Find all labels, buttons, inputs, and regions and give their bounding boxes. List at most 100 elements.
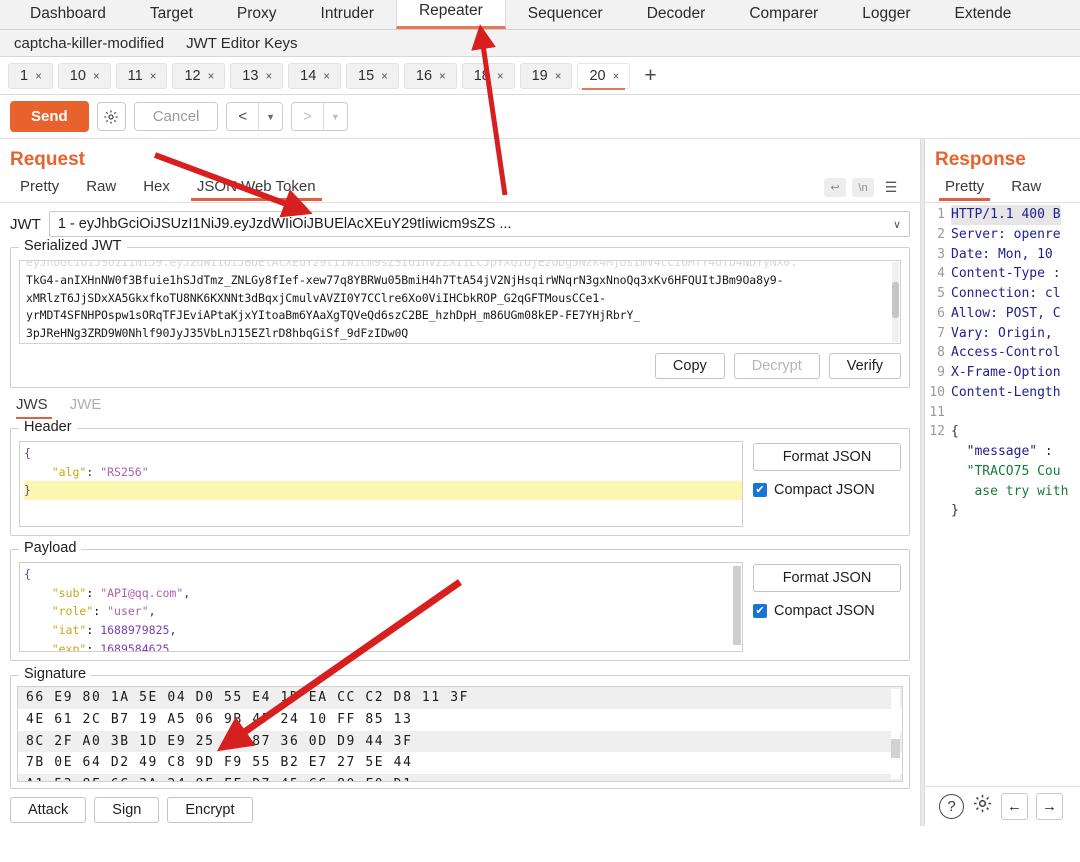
signature-hex-editor[interactable]: 66 E9 80 1A 5E 04 D0 55 E4 1D EA CC C2 D…: [17, 686, 903, 782]
previous-request-button[interactable]: < ▼: [226, 102, 284, 131]
close-icon[interactable]: ×: [208, 71, 215, 83]
close-icon[interactable]: ×: [150, 71, 157, 83]
repeater-tab-15[interactable]: 15 ×: [346, 62, 399, 89]
response-line: "TRACO75 Cou: [925, 462, 1080, 482]
serialized-jwt-line: yrMDT4SFNHPOspw1sORqTFJEviAPtaKjxYItoaBm…: [26, 308, 641, 323]
line-number: [925, 482, 951, 502]
scrollbar[interactable]: [892, 262, 899, 342]
request-tab-hex[interactable]: Hex: [131, 175, 182, 201]
encrypt-button[interactable]: Encrypt: [167, 797, 253, 823]
menu-icon[interactable]: ☰: [880, 178, 902, 197]
main-tab-decoder[interactable]: Decoder: [625, 1, 728, 29]
add-repeater-tab-button[interactable]: +: [635, 65, 665, 86]
response-body[interactable]: 1 HTTP/1.1 400 B 2 Server: openre 3 Date: M…: [925, 203, 1080, 521]
gear-icon[interactable]: [96, 102, 126, 131]
repeater-tab-16[interactable]: 16 ×: [403, 62, 457, 89]
checkbox-checked-icon: ✔: [753, 604, 767, 618]
forward-arrow-icon[interactable]: →: [1036, 793, 1063, 820]
request-title: Request: [10, 149, 85, 170]
line-text: Vary: Origin,: [951, 325, 1061, 341]
gear-icon[interactable]: [972, 793, 993, 820]
payload-key: "role": [51, 604, 94, 619]
main-tab-intruder[interactable]: Intruder: [299, 1, 396, 29]
word-wrap-icon[interactable]: ↩: [824, 178, 846, 197]
tab-jws[interactable]: JWS: [10, 394, 58, 419]
extension-tab-jwt-editor-keys[interactable]: JWT Editor Keys: [180, 33, 313, 54]
payload-controls: Format JSON ✔ Compact JSON: [753, 562, 901, 652]
response-tab-pretty[interactable]: Pretty: [933, 175, 996, 201]
signature-action-buttons: Attack Sign Encrypt: [0, 789, 920, 823]
repeater-tab-18[interactable]: 18 ×: [461, 62, 515, 89]
main-tab-logger[interactable]: Logger: [840, 1, 932, 29]
copy-button[interactable]: Copy: [654, 353, 725, 379]
main-tab-repeater[interactable]: Repeater: [395, 0, 506, 29]
send-button[interactable]: Send: [10, 101, 89, 132]
request-tab-json-web-token[interactable]: JSON Web Token: [185, 175, 328, 201]
verify-button[interactable]: Verify: [828, 353, 901, 379]
repeater-tab-13[interactable]: 13 ×: [230, 62, 284, 89]
close-icon[interactable]: ×: [613, 71, 620, 83]
sign-button[interactable]: Sign: [94, 797, 160, 823]
serialized-jwt-line: xMRlzT6JjSDxXA5GkxfkoTU8NK6KXNNt3dBqxjCm…: [26, 290, 607, 305]
repeater-tab-19[interactable]: 19 ×: [519, 62, 573, 89]
close-icon[interactable]: ×: [497, 71, 504, 83]
main-tab-target[interactable]: Target: [128, 1, 215, 29]
line-text: }: [951, 503, 959, 519]
caret-down-icon[interactable]: ▼: [259, 103, 282, 130]
header-json-editor[interactable]: { "alg": "RS256" }: [19, 441, 743, 527]
close-icon[interactable]: ×: [381, 71, 388, 83]
request-view-tabs: Pretty Raw Hex JSON Web Token ↩ \n ☰: [0, 173, 920, 203]
close-icon[interactable]: ×: [93, 71, 100, 83]
help-icon[interactable]: ?: [939, 794, 964, 819]
serialized-jwt-textarea[interactable]: eyJhbGciOiJSUzI1NiJ9.eyJzdWIiOiJBUElAcXE…: [19, 260, 901, 344]
main-tab-comparer[interactable]: Comparer: [727, 1, 840, 29]
close-icon[interactable]: ×: [265, 71, 272, 83]
close-icon[interactable]: ×: [555, 71, 562, 83]
payload-format-json-button[interactable]: Format JSON: [753, 564, 901, 592]
request-tab-pretty[interactable]: Pretty: [8, 175, 71, 201]
payload-json-editor[interactable]: { "sub": "API@qq.com", "role": "user", "…: [19, 562, 743, 652]
response-line: 2 Server: openre: [925, 225, 1080, 245]
payload-compact-json-checkbox[interactable]: ✔ Compact JSON: [753, 603, 901, 619]
response-line: 11: [925, 403, 1080, 423]
close-icon[interactable]: ×: [439, 71, 446, 83]
next-request-button[interactable]: > ▼: [291, 102, 348, 131]
repeater-tab-12[interactable]: 12 ×: [172, 62, 226, 89]
newline-icon[interactable]: \n: [852, 178, 874, 197]
tab-jwe[interactable]: JWE: [60, 394, 112, 419]
repeater-tab-14[interactable]: 14 ×: [288, 62, 342, 89]
main-tab-sequencer[interactable]: Sequencer: [506, 1, 625, 29]
close-icon[interactable]: ×: [323, 71, 330, 83]
main-tab-dashboard[interactable]: Dashboard: [8, 1, 128, 29]
header-compact-json-checkbox[interactable]: ✔ Compact JSON: [753, 482, 901, 498]
attack-button[interactable]: Attack: [10, 797, 87, 823]
repeater-tab-label: 12: [184, 67, 201, 84]
serialized-jwt-legend: Serialized JWT: [19, 238, 127, 254]
close-icon[interactable]: ×: [35, 71, 42, 83]
repeater-tab-10[interactable]: 10 ×: [57, 62, 111, 89]
cancel-button[interactable]: Cancel: [133, 102, 219, 131]
repeater-tab-20[interactable]: 20 ×: [577, 62, 631, 90]
response-tab-raw[interactable]: Raw: [999, 175, 1053, 201]
header-value: "RS256": [100, 464, 149, 479]
caret-down-icon[interactable]: ▼: [324, 103, 347, 130]
decrypt-button[interactable]: Decrypt: [733, 353, 820, 379]
repeater-tab-1[interactable]: 1 ×: [8, 62, 53, 89]
back-arrow-icon[interactable]: ←: [1001, 793, 1028, 820]
header-format-json-button[interactable]: Format JSON: [753, 443, 901, 471]
main-tab-label: Logger: [862, 5, 911, 22]
serialized-jwt-body: eyJhbGciOiJSUzI1NiJ9.eyJzdWIiOiJBUElAcXE…: [11, 248, 909, 387]
extension-tab-captcha-killer[interactable]: captcha-killer-modified: [8, 33, 180, 54]
main-tab-extender[interactable]: Extende: [933, 1, 1034, 29]
line-text: "message" :: [951, 444, 1053, 459]
scrollbar[interactable]: [733, 564, 741, 650]
main-tab-proxy[interactable]: Proxy: [215, 1, 299, 29]
jwt-select[interactable]: 1 - eyJhbGciOiJSUzI1NiJ9.eyJzdWIiOiJBUEl…: [48, 211, 910, 237]
chevron-down-icon[interactable]: ∨: [885, 218, 901, 231]
line-number: [925, 501, 951, 521]
jwt-select-row: JWT 1 - eyJhbGciOiJSUzI1NiJ9.eyJzdWIiOiJ…: [0, 203, 920, 241]
repeater-tab-11[interactable]: 11 ×: [115, 62, 168, 89]
request-tab-raw[interactable]: Raw: [74, 175, 128, 201]
scrollbar[interactable]: [891, 689, 900, 779]
payload-value: "API@qq.com": [100, 585, 184, 600]
